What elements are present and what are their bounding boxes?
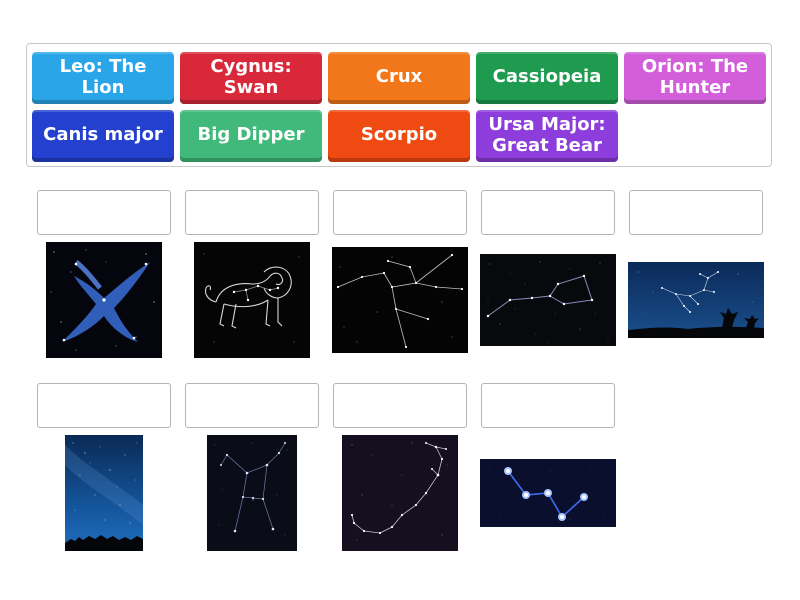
leo-lion-constellation-image xyxy=(194,242,310,358)
orion-constellation-image xyxy=(207,435,297,551)
drop-zone-1[interactable] xyxy=(37,190,171,235)
cygnus-swan-constellation-image xyxy=(46,242,162,358)
tile-orion[interactable]: Orion: The Hunter xyxy=(624,52,766,104)
tile-ursa-major[interactable]: Ursa Major: Great Bear xyxy=(476,110,618,162)
drop-zone-9[interactable] xyxy=(481,383,615,428)
drop-zone-5[interactable] xyxy=(629,190,763,235)
cassiopeia-blue-stars-image xyxy=(480,459,616,527)
drop-zone-7[interactable] xyxy=(185,383,319,428)
big-dipper-constellation-image xyxy=(480,254,616,346)
drop-zone-6[interactable] xyxy=(37,383,171,428)
tile-scorpio[interactable]: Scorpio xyxy=(328,110,470,162)
tile-big-dipper[interactable]: Big Dipper xyxy=(180,110,322,162)
milky-way-sky-image xyxy=(65,435,143,551)
tile-cygnus[interactable]: Cygnus: Swan xyxy=(180,52,322,104)
drop-zone-4[interactable] xyxy=(481,190,615,235)
tile-canis-major[interactable]: Canis major xyxy=(32,110,174,162)
scorpio-constellation-image xyxy=(342,435,458,551)
tile-leo[interactable]: Leo: The Lion xyxy=(32,52,174,104)
tile-cassiopeia[interactable]: Cassiopeia xyxy=(476,52,618,104)
tile-crux[interactable]: Crux xyxy=(328,52,470,104)
drop-zone-8[interactable] xyxy=(333,383,467,428)
drop-zone-2[interactable] xyxy=(185,190,319,235)
drop-zone-3[interactable] xyxy=(333,190,467,235)
orion-night-landscape-image xyxy=(628,262,764,338)
ursa-major-constellation-image xyxy=(332,247,468,353)
